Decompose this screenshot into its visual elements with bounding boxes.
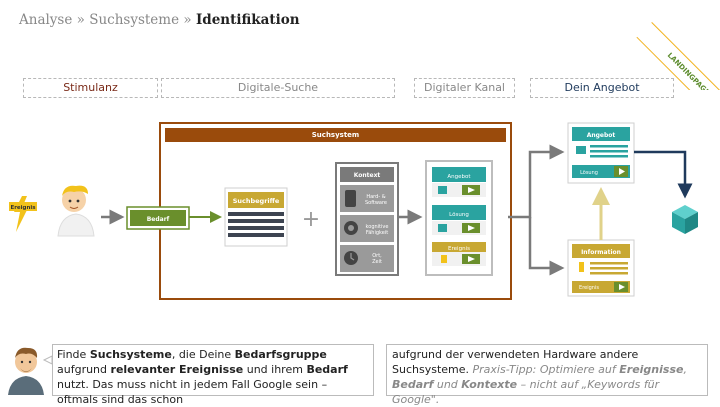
offer-row-label: Lösung bbox=[580, 170, 598, 176]
device-icon bbox=[345, 190, 356, 207]
svg-text:Software: Software bbox=[365, 200, 387, 206]
note-left: Finde Suchsysteme, die Deine Bedarfsgrup… bbox=[52, 344, 374, 406]
plus-sign: + bbox=[302, 207, 320, 232]
info-title: Information bbox=[581, 249, 621, 256]
search-terms-title: Suchbegriffe bbox=[233, 197, 280, 205]
note-right: aufgrund der verwendeten Hardware andere… bbox=[386, 344, 708, 406]
offer-title: Angebot bbox=[587, 132, 616, 139]
svg-text:Fähigkeit: Fähigkeit bbox=[366, 230, 388, 236]
need-label: Bedarf bbox=[147, 216, 170, 223]
event-label: Ereignis bbox=[10, 205, 36, 211]
channel-item-label: Lösung bbox=[449, 212, 469, 218]
info-row-label: Ereignis bbox=[579, 285, 599, 291]
channel-item-label: Ereignis bbox=[448, 246, 470, 252]
svg-text:Zeit: Zeit bbox=[372, 259, 382, 265]
context-title: Kontext bbox=[354, 172, 381, 179]
product-cube-icon bbox=[672, 205, 698, 234]
person-icon bbox=[57, 185, 95, 237]
lightning-icon bbox=[14, 196, 28, 232]
channel-item-label: Angebot bbox=[447, 174, 471, 180]
presenter-avatar bbox=[8, 347, 44, 395]
